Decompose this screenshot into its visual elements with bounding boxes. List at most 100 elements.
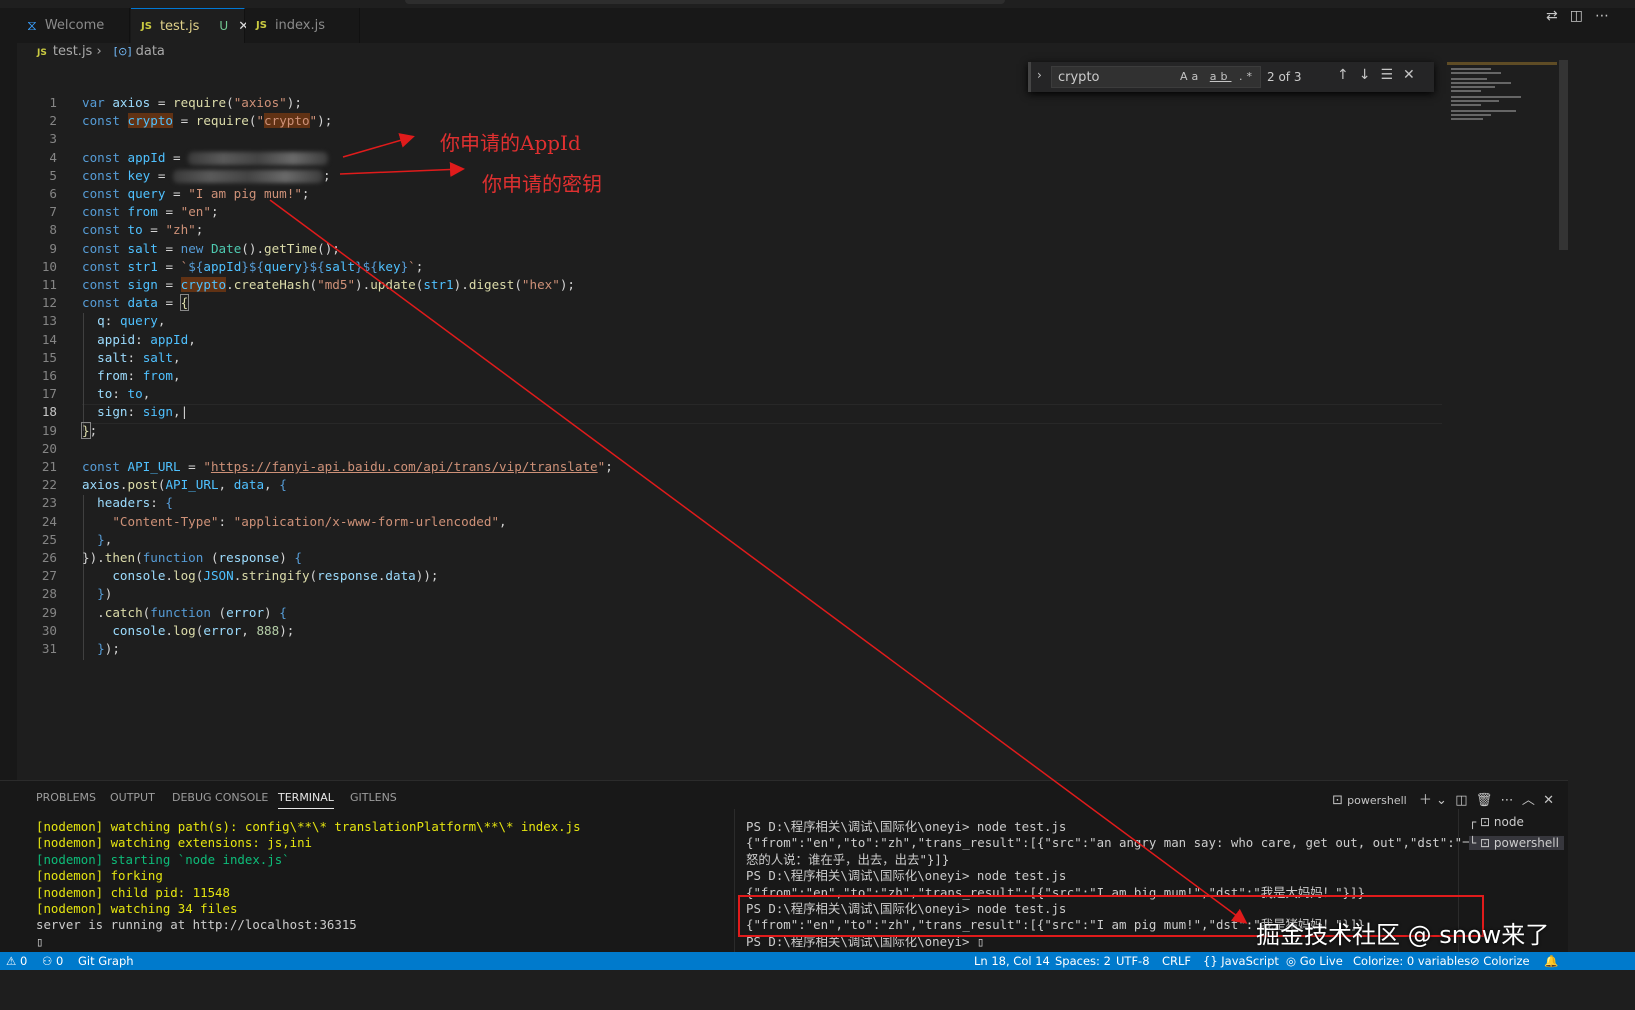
code-text: "Content-Type": "application/x-www-form-… — [112, 513, 507, 529]
terminal-line: [nodemon] watching 34 files — [36, 901, 238, 917]
line-number: 27 — [41, 568, 57, 584]
find-input[interactable]: crypto Aa ab .* — [1051, 66, 1261, 88]
shell-name[interactable]: powershell — [1347, 794, 1407, 807]
line-number: 31 — [41, 641, 57, 656]
chevron-right-icon[interactable]: › — [1037, 68, 1042, 82]
chevron-right-icon: › — [92, 44, 106, 59]
regex-icon[interactable]: .* — [1239, 70, 1256, 83]
breadcrumb: JS test.js › [⊙] data — [37, 44, 165, 64]
cursor-position[interactable]: Ln 18, Col 14 — [974, 952, 1050, 970]
colorize-variables[interactable]: Colorize: 0 variables — [1353, 952, 1470, 970]
find-widget: › crypto Aa ab .* 2 of 3 ↑↓☰✕ — [1028, 62, 1434, 92]
line-number: 17 — [41, 386, 57, 402]
activity-bar — [0, 8, 17, 810]
code-text: }; — [81, 421, 98, 439]
code-text: const crypto = require("crypto"); — [82, 113, 333, 129]
watermark: 掘金技术社区 @ snow来了 — [1256, 921, 1550, 949]
compare-icon[interactable]: ⇄ — [1546, 8, 1570, 24]
code-text: }); — [97, 641, 120, 656]
terminal-item-label: powershell — [1493, 836, 1559, 850]
encoding[interactable]: UTF-8 — [1116, 952, 1150, 970]
javascript-file-icon: JS — [37, 48, 47, 58]
code-text: salt: salt, — [97, 349, 181, 365]
line-number: 11 — [41, 277, 57, 292]
tab-gitlens[interactable]: GITLENS — [350, 791, 397, 804]
match-word-icon[interactable]: ab — [1210, 70, 1232, 83]
code-text: q: query, — [97, 313, 166, 329]
line-number: 20 — [41, 440, 57, 456]
tab-output[interactable]: OUTPUT — [110, 791, 155, 804]
breadcrumb-file[interactable]: test.js — [53, 44, 92, 59]
tab-terminal[interactable]: TERMINAL — [278, 791, 334, 809]
split-terminal-icon[interactable]: ◫ — [1455, 793, 1467, 808]
tab-index-js[interactable]: JS index.js — [246, 8, 360, 43]
line-number: 7 — [49, 204, 57, 220]
code-editor[interactable]: 1 var axios = require("axios"); 2 const cry… — [17, 65, 1447, 780]
tab-label: test.js — [159, 18, 200, 34]
arrow-up-icon[interactable]: ↑ — [1337, 67, 1359, 83]
tab-problems[interactable]: PROBLEMS — [36, 791, 96, 804]
terminal-item-node[interactable]: ┌ ⊡ node — [1469, 815, 1524, 829]
match-case-icon[interactable]: Aa — [1180, 70, 1202, 83]
chevron-up-icon[interactable]: ︿ — [1522, 793, 1535, 808]
editor-tabs: ⧖ Welcome JS test.js U ✕ JS index.js — [17, 8, 1635, 43]
code-text: from: from, — [97, 368, 181, 383]
indentation[interactable]: Spaces: 2 — [1055, 952, 1111, 970]
ports-count[interactable]: ⚇ 0 — [42, 952, 63, 970]
tab-test-js[interactable]: JS test.js U ✕ — [131, 8, 249, 43]
editor-actions: ⇄◫⋯ — [1546, 8, 1621, 24]
code-text: const to = "zh"; — [82, 222, 204, 238]
minimap[interactable] — [1447, 60, 1557, 780]
problems-count[interactable]: ⚠ 0 — [6, 952, 27, 970]
find-in-selection-icon[interactable]: ☰ — [1380, 67, 1403, 83]
bell-icon[interactable]: 🔔 — [1544, 952, 1558, 970]
plus-icon[interactable]: ＋ — [1419, 793, 1432, 808]
tab-debug-console[interactable]: DEBUG CONSOLE — [172, 791, 268, 804]
code-text: const query = "I am pig mum!"; — [82, 186, 310, 201]
tab-welcome[interactable]: ⧖ Welcome — [17, 8, 130, 43]
line-number: 28 — [41, 586, 57, 602]
terminal-line: PS D:\程序相关\调试\国际化\oneyi> node test.js — [746, 868, 1067, 884]
tab-label: index.js — [274, 18, 326, 33]
code-text: .catch(function (error) { — [82, 604, 287, 620]
terminal-left[interactable]: [nodemon] watching path(s): config\**\* … — [36, 819, 581, 950]
language-mode[interactable]: {} JavaScript — [1203, 952, 1279, 970]
javascript-file-icon: JS — [141, 20, 152, 32]
colorize-toggle[interactable]: ⊘ Colorize — [1470, 952, 1530, 970]
breadcrumb-symbol[interactable]: data — [136, 44, 165, 59]
line-number: 6 — [49, 186, 57, 201]
end-of-line[interactable]: CRLF — [1162, 952, 1191, 970]
code-text: const sign = crypto.createHash("md5").up… — [82, 277, 576, 292]
terminal-item-powershell[interactable]: └ ⊡ powershell — [1469, 836, 1564, 850]
chevron-down-icon[interactable]: ⌄ — [1436, 793, 1447, 808]
trash-icon[interactable]: 🗑 — [1476, 793, 1493, 808]
close-icon[interactable]: ✕ — [1403, 67, 1425, 83]
terminal-icon: ⊡ — [1332, 793, 1343, 808]
line-number: 1 — [49, 95, 57, 110]
line-number: 18 — [41, 404, 57, 420]
terminal-split-divider[interactable] — [734, 809, 735, 953]
code-text: console.log(JSON.stringify(response.data… — [112, 568, 439, 584]
code-text: headers: { — [97, 495, 174, 511]
current-line-highlight — [82, 404, 1442, 424]
split-editor-icon[interactable]: ◫ — [1570, 8, 1595, 24]
terminal-line: [nodemon] forking — [36, 868, 163, 884]
terminal-item-label: node — [1493, 815, 1524, 829]
more-actions-icon[interactable]: ⋯ — [1501, 793, 1514, 808]
untracked-badge: U — [219, 19, 229, 33]
editor-scrollbar[interactable] — [1559, 60, 1568, 250]
go-live[interactable]: ◎ Go Live — [1286, 952, 1343, 970]
more-actions-icon[interactable]: ⋯ — [1595, 8, 1621, 24]
terminal-line: {"from":"en","to":"zh","trans_result":[{… — [746, 835, 1500, 851]
terminal-line: server is running at http://localhost:36… — [36, 917, 357, 933]
panel-actions: ⊡ powershell ＋ ⌄ ◫ 🗑 ⋯ ︿ ✕ — [1332, 789, 1554, 808]
line-number: 4 — [49, 149, 57, 165]
code-text: const salt = new Date().getTime(); — [82, 240, 340, 256]
code-text: }, — [97, 531, 113, 547]
line-number: 22 — [41, 477, 57, 493]
arrow-down-icon[interactable]: ↓ — [1359, 67, 1381, 83]
git-graph[interactable]: Git Graph — [78, 952, 134, 970]
command-center[interactable] — [405, 0, 1005, 4]
variable-icon: [⊙] — [113, 45, 132, 58]
close-icon[interactable]: ✕ — [1543, 793, 1554, 808]
